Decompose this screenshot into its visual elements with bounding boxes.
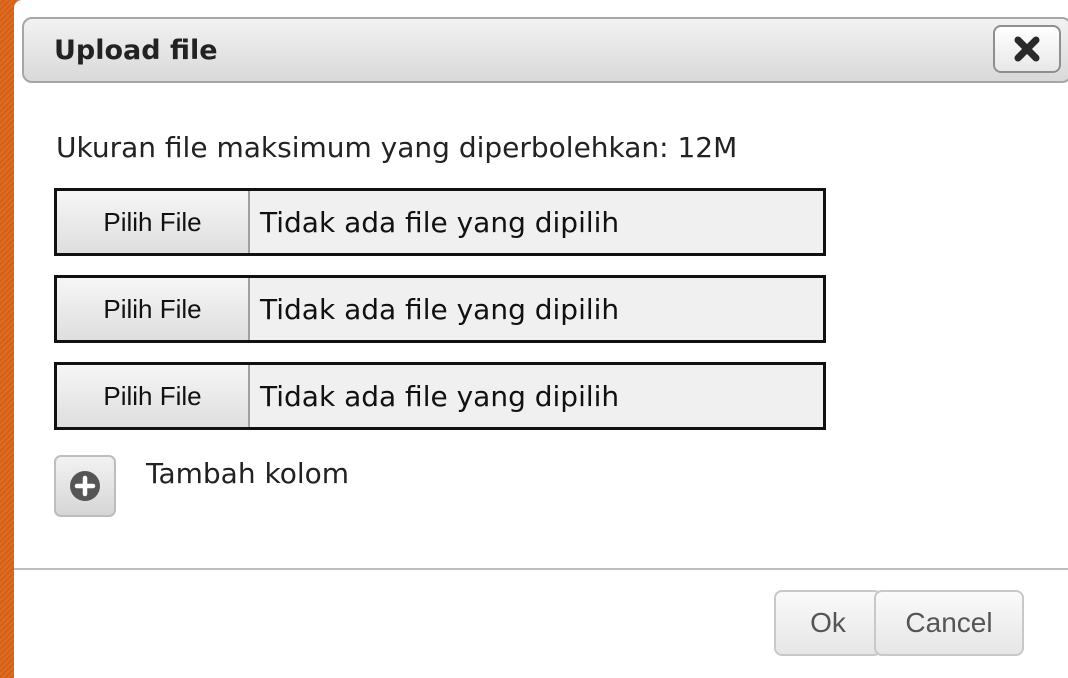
dialog-titlebar[interactable]: Upload file	[22, 17, 1068, 83]
plus-circle-icon	[70, 471, 100, 501]
file-status-text: Tidak ada file yang dipilih	[260, 379, 620, 413]
cancel-button[interactable]: Cancel	[874, 590, 1024, 656]
close-icon	[1014, 36, 1040, 62]
choose-file-button[interactable]: Pilih File	[57, 191, 250, 253]
add-column-label: Tambah kolom	[146, 457, 350, 490]
choose-file-button[interactable]: Pilih File	[57, 278, 250, 340]
max-file-size-text: Ukuran file maksimum yang diperbolehkan:…	[56, 131, 738, 164]
file-input-1[interactable]: Pilih File Tidak ada file yang dipilih	[54, 188, 826, 256]
file-status-text: Tidak ada file yang dipilih	[260, 292, 620, 326]
choose-file-button[interactable]: Pilih File	[57, 365, 250, 427]
add-column-button[interactable]	[54, 455, 116, 517]
upload-file-dialog: Upload file Ukuran file maksimum yang di…	[14, 0, 1068, 678]
file-status-text: Tidak ada file yang dipilih	[260, 205, 620, 239]
file-input-3[interactable]: Pilih File Tidak ada file yang dipilih	[54, 362, 826, 430]
dialog-title: Upload file	[54, 35, 218, 66]
file-input-2[interactable]: Pilih File Tidak ada file yang dipilih	[54, 275, 826, 343]
ok-button[interactable]: Ok	[774, 590, 882, 656]
add-column-row[interactable]: Tambah kolom	[54, 455, 349, 517]
footer-divider	[14, 568, 1068, 570]
close-button[interactable]	[993, 25, 1061, 73]
